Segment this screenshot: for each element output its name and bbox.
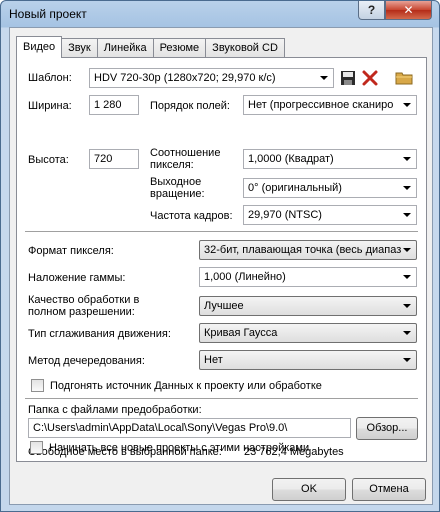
pixel-aspect-value: 1,0000 (Квадрат) (248, 153, 334, 165)
height-label: Высота: (28, 154, 69, 166)
tab-audio-cd[interactable]: Звуковой CD (205, 38, 285, 57)
chevron-down-icon (403, 358, 411, 362)
title-bar: Новый проект ? ✕ (1, 1, 439, 27)
folder-icon[interactable] (395, 69, 413, 87)
rotation-dropdown[interactable]: 0° (оригинальный) (243, 178, 417, 198)
deinterlace-value: Нет (204, 354, 223, 366)
floppy-disk-icon[interactable] (339, 69, 357, 87)
help-button[interactable]: ? (358, 1, 385, 20)
field-order-value: Нет (прогрессивное сканиро (248, 99, 394, 111)
width-input[interactable]: 1 280 (89, 95, 139, 115)
dialog-body: Видео Звук Линейка Резюме Звуковой CD Ша… (9, 27, 433, 505)
rotation-label-line2: вращение: (150, 188, 205, 200)
pixel-format-label: Формат пикселя: (28, 245, 114, 257)
deinterlace-dropdown[interactable]: Нет (199, 350, 417, 370)
motion-blur-value: Кривая Гаусса (204, 327, 278, 339)
rotation-label-line1: Выходное (150, 176, 202, 188)
chevron-down-icon (403, 248, 411, 252)
field-order-dropdown[interactable]: Нет (прогрессивное сканиро (243, 95, 417, 115)
deinterlace-label: Метод дечередования: (28, 355, 145, 367)
tab-strip: Видео Звук Линейка Резюме Звуковой CD (16, 36, 285, 58)
browse-button[interactable]: Обзор... (356, 417, 418, 440)
gamma-value: 1,000 (Линейно) (204, 271, 286, 283)
prerender-folder-label: Папка с файлами предобработки: (28, 404, 202, 416)
tab-ruler[interactable]: Линейка (96, 38, 154, 57)
prerender-path-input[interactable]: C:\Users\admin\AppData\Local\Sony\Vegas … (28, 418, 351, 438)
gamma-label: Наложение гаммы: (28, 272, 126, 284)
frame-rate-dropdown[interactable]: 29,970 (NTSC) (243, 205, 417, 225)
frame-rate-value: 29,970 (NTSC) (248, 209, 322, 221)
start-all-checkbox[interactable] (30, 441, 43, 454)
pixel-format-dropdown[interactable]: 32-бит, плавающая точка (весь диапаз (199, 240, 417, 260)
adjust-source-label: Подгонять источник Данных к проекту или … (50, 380, 322, 392)
new-project-window: Новый проект ? ✕ Видео Звук Линейка Резю… (0, 0, 440, 512)
frame-rate-label: Частота кадров: (150, 210, 233, 222)
aspect-label-line2: пикселя: (150, 159, 194, 171)
chevron-down-icon (403, 103, 411, 107)
cancel-button[interactable]: Отмена (352, 478, 426, 501)
pixel-format-value: 32-бит, плавающая точка (весь диапаз (204, 244, 402, 256)
motion-blur-label: Тип сглаживания движения: (28, 328, 171, 340)
template-label: Шаблон: (28, 72, 72, 84)
adjust-source-checkbox[interactable] (31, 379, 44, 392)
chevron-down-icon (403, 186, 411, 190)
width-label: Ширина: (28, 100, 72, 112)
rotation-value: 0° (оригинальный) (248, 182, 342, 194)
tab-audio[interactable]: Звук (61, 38, 98, 57)
quality-label-line2: полном разрешении: (28, 306, 135, 318)
aspect-label-line1: Соотношение (150, 147, 221, 159)
window-title: Новый проект (9, 7, 87, 21)
chevron-down-icon (403, 331, 411, 335)
delete-x-icon[interactable] (361, 69, 379, 87)
height-input[interactable]: 720 (89, 149, 139, 169)
video-tab-panel: Шаблон: HDV 720-30p (1280x720; 29,970 к/… (16, 57, 427, 462)
quality-value: Лучшее (204, 300, 244, 312)
chevron-down-icon (403, 304, 411, 308)
tab-summary[interactable]: Резюме (152, 38, 207, 57)
divider (25, 398, 418, 399)
gamma-dropdown[interactable]: 1,000 (Линейно) (199, 267, 417, 287)
pixel-aspect-dropdown[interactable]: 1,0000 (Квадрат) (243, 149, 417, 169)
ok-button[interactable]: OK (272, 478, 346, 501)
template-dropdown[interactable]: HDV 720-30p (1280x720; 29,970 к/с) (89, 68, 334, 88)
tab-video[interactable]: Видео (16, 36, 63, 58)
quality-dropdown[interactable]: Лучшее (199, 296, 417, 316)
close-button[interactable]: ✕ (385, 1, 432, 20)
chevron-down-icon (403, 157, 411, 161)
chevron-down-icon (403, 275, 411, 279)
motion-blur-dropdown[interactable]: Кривая Гаусса (199, 323, 417, 343)
chevron-down-icon (403, 213, 411, 217)
start-all-label: Начинать все новые проекты с этими настр… (49, 442, 310, 454)
quality-label-line1: Качество обработки в (28, 294, 140, 306)
field-order-label: Порядок полей: (150, 100, 230, 112)
divider (25, 231, 418, 232)
template-value: HDV 720-30p (1280x720; 29,970 к/с) (94, 72, 276, 84)
chevron-down-icon (320, 76, 328, 80)
